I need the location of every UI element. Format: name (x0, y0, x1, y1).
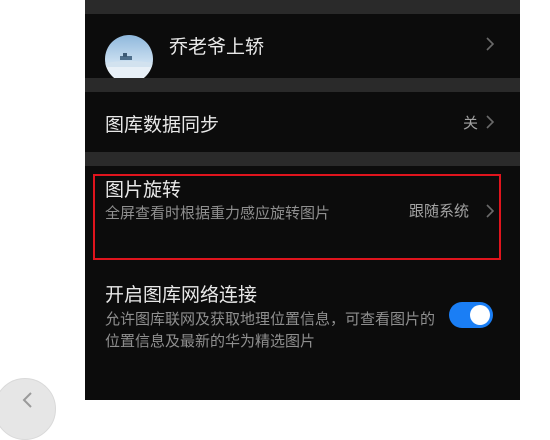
setting-subtitle-network: 允许图库联网及获取地理位置信息，可查看图片的位置信息及最新的华为精选图片 (105, 310, 436, 350)
toggle-knob (470, 305, 490, 325)
setting-row-data-sync[interactable]: 图库数据同步 关 (85, 92, 520, 152)
setting-value-data-sync: 关 (463, 114, 479, 132)
highlight-box (93, 174, 501, 260)
setting-title-data-sync: 图库数据同步 (105, 114, 220, 136)
profile-name: 乔老爷上轿 (169, 36, 265, 58)
section-divider (85, 152, 520, 166)
back-button[interactable] (0, 378, 56, 440)
chevron-right-icon (486, 115, 495, 129)
section-divider (85, 0, 520, 14)
chevron-right-icon (486, 37, 495, 51)
left-gutter (0, 0, 85, 400)
profile-row[interactable]: 乔老爷上轿 (85, 14, 520, 83)
avatar (105, 35, 153, 83)
back-arrow-icon (22, 392, 32, 408)
setting-title-network: 开启图库网络连接 (105, 284, 258, 306)
section-divider (85, 78, 520, 92)
right-gutter (520, 0, 550, 400)
network-toggle[interactable] (449, 302, 493, 328)
settings-screen: 乔老爷上轿 图库数据同步 关 图片旋转 全屏查看时根据重力感应旋转图片 跟随系统… (85, 0, 520, 400)
